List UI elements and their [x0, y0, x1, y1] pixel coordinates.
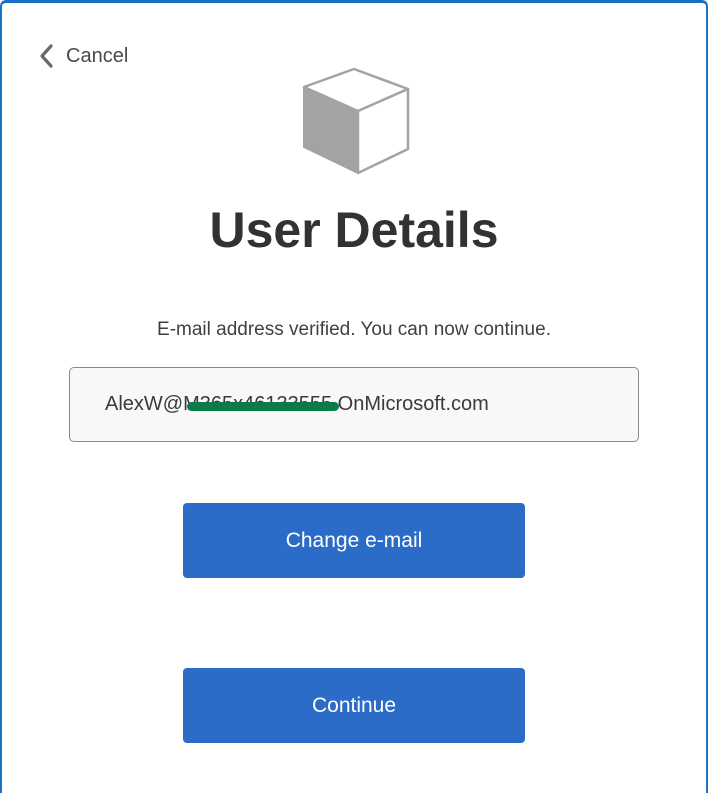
verification-message: E-mail address verified. You can now con…: [157, 319, 551, 340]
chevron-left-icon: [40, 44, 53, 68]
page-title: User Details: [209, 202, 499, 258]
cancel-label: Cancel: [66, 44, 129, 67]
email-value-wrapper: AlexW@M365x46133555.OnMicrosoft.com: [105, 393, 489, 416]
window-top-accent: [2, 0, 706, 3]
dialog-window: Cancel User Details E-mail address verif…: [0, 0, 708, 793]
continue-button[interactable]: Continue: [183, 668, 525, 743]
cancel-link[interactable]: Cancel: [36, 43, 128, 69]
redaction-mark: [187, 402, 339, 411]
cube-icon: [302, 67, 410, 175]
change-email-button[interactable]: Change e-mail: [183, 503, 525, 578]
email-field[interactable]: AlexW@M365x46133555.OnMicrosoft.com: [69, 367, 639, 442]
